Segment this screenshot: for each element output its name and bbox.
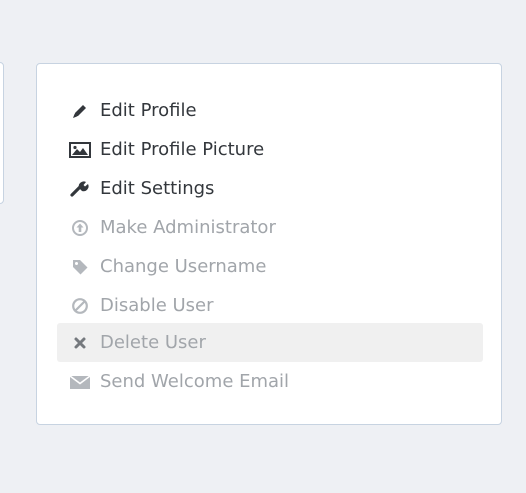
menu-item-delete-user[interactable]: Delete User [57,323,483,362]
menu-item-label: Send Welcome Email [100,370,290,392]
tag-icon [69,257,91,277]
menu-item-label: Make Administrator [100,216,276,238]
pencil-icon [69,101,91,121]
wrench-icon [69,179,91,199]
ban-icon [69,296,91,316]
menu-item-make-administrator[interactable]: Make Administrator [57,208,483,247]
menu-item-send-welcome-email[interactable]: Send Welcome Email [57,362,483,401]
menu-item-change-username[interactable]: Change Username [57,247,483,286]
menu-item-label: Delete User [100,331,206,353]
menu-item-label: Edit Settings [100,177,215,199]
menu-item-label: Edit Profile Picture [100,138,265,160]
menu-item-edit-profile[interactable]: Edit Profile [57,91,483,130]
menu-item-edit-settings[interactable]: Edit Settings [57,169,483,208]
menu-item-disable-user[interactable]: Disable User [57,286,483,325]
left-panel [0,62,4,204]
admin-icon [69,218,91,238]
close-icon [69,333,91,353]
menu-item-label: Disable User [100,294,214,316]
menu-item-label: Change Username [100,255,267,277]
envelope-icon [69,372,91,392]
menu-item-edit-profile-picture[interactable]: Edit Profile Picture [57,130,483,169]
menu-item-label: Edit Profile [100,99,197,121]
user-actions-menu: Edit Profile Edit Profile Picture Edit S… [36,63,502,425]
picture-icon [69,140,91,160]
